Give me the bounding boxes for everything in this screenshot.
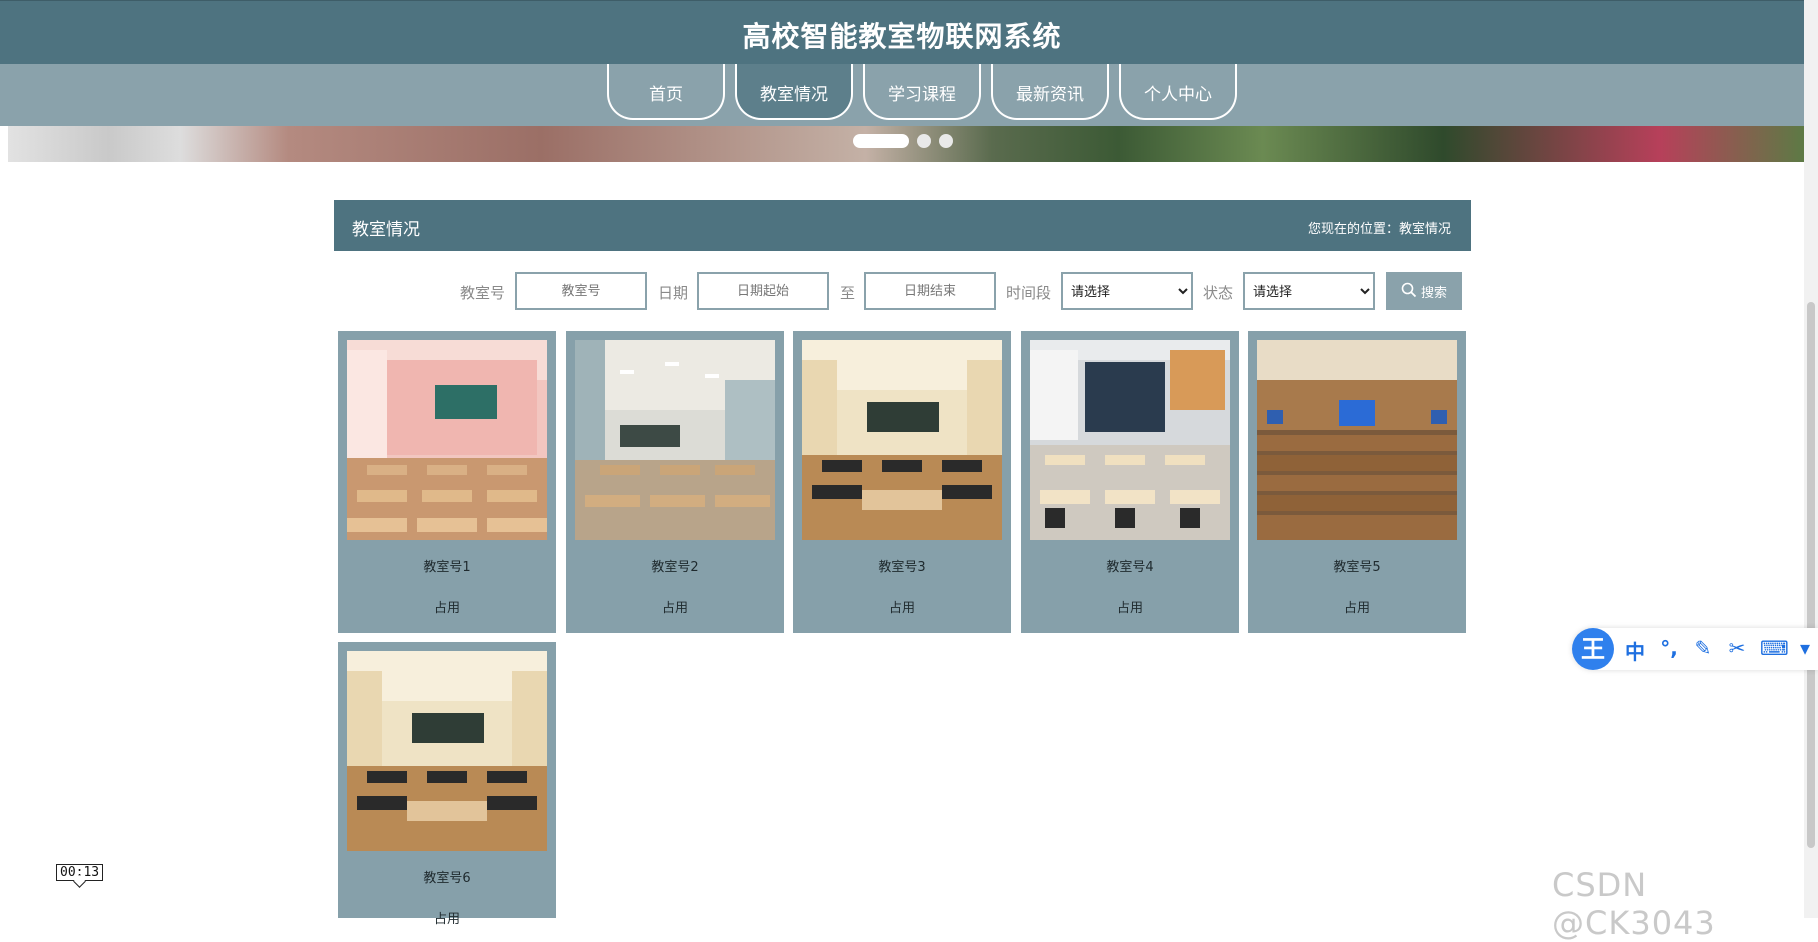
ime-mode-toggle[interactable]: 中: [1624, 636, 1646, 665]
classroom-name: 教室号3: [878, 560, 926, 575]
search-button[interactable]: 搜索: [1386, 272, 1462, 310]
nav-item-courses[interactable]: 学习课程: [863, 64, 981, 120]
classroom-name: 教室号1: [423, 560, 471, 575]
scissors-icon[interactable]: ✂: [1726, 636, 1748, 665]
search-button-label: 搜索: [1420, 284, 1447, 300]
date-end-input[interactable]: [864, 272, 996, 310]
nav-item-classroom-status[interactable]: 教室情况: [735, 64, 853, 120]
punctuation-icon[interactable]: °,: [1658, 636, 1680, 665]
classroom-name: 教室号5: [1333, 560, 1381, 575]
pen-icon[interactable]: ✎: [1692, 636, 1714, 665]
classroom-photo: [347, 340, 547, 540]
timeslot-label: 时间段: [1006, 284, 1052, 302]
nav-item-news[interactable]: 最新资讯: [991, 64, 1109, 120]
classroom-status: 占用: [433, 601, 460, 616]
page-scrollbar[interactable]: [1804, 0, 1818, 918]
status-select[interactable]: 请选择: [1243, 272, 1375, 310]
ime-logo[interactable]: 王: [1572, 628, 1614, 670]
classroom-card[interactable]: 教室号4 占用: [1021, 331, 1239, 633]
site-title: 高校智能教室物联网系统: [742, 20, 1062, 53]
classroom-status: 占用: [888, 601, 915, 616]
classroom-photo: [1030, 340, 1230, 540]
classroom-card[interactable]: 教室号5 占用: [1248, 331, 1466, 633]
date-label: 日期: [658, 284, 689, 302]
shirt-icon[interactable]: ▾: [1794, 636, 1816, 665]
section-title: 教室情况: [352, 220, 420, 240]
room-input[interactable]: [515, 272, 647, 310]
nav-item-home[interactable]: 首页: [607, 64, 725, 120]
carousel-dot-3[interactable]: [939, 134, 953, 148]
section-header: 教室情况 您现在的位置：教室情况: [334, 200, 1471, 251]
classroom-photo: [347, 651, 547, 851]
carousel-dots: [853, 134, 953, 148]
classroom-photo: [575, 340, 775, 540]
classroom-status: 占用: [1116, 601, 1143, 616]
search-form: 教室号 日期 至 时间段 请选择 状态 请选择 搜索: [0, 272, 1818, 312]
classroom-card[interactable]: 教室号6 占用: [338, 642, 556, 927]
classroom-status: 占用: [661, 601, 688, 616]
classroom-photo: [802, 340, 1002, 540]
banner-edge: [0, 126, 8, 162]
search-icon: [1401, 282, 1417, 301]
breadcrumb: 您现在的位置：教室情况: [1307, 222, 1451, 237]
classroom-status: 占用: [1343, 601, 1370, 616]
video-timer: 00:13: [56, 864, 104, 881]
classroom-card[interactable]: 教室号2 占用: [566, 331, 784, 633]
date-to-label: 至: [840, 284, 856, 302]
ime-toolbar: 王 中 °, ✎ ✂ ⌨ ▾: [1572, 628, 1818, 670]
date-start-input[interactable]: [697, 272, 829, 310]
watermark: CSDN @CK3043: [1552, 866, 1716, 942]
classroom-name: 教室号2: [651, 560, 699, 575]
classroom-photo: [1257, 340, 1457, 540]
classroom-name: 教室号6: [423, 871, 471, 886]
classroom-card[interactable]: 教室号3 占用: [793, 331, 1011, 633]
status-label: 状态: [1203, 284, 1234, 302]
room-label: 教室号: [460, 284, 506, 302]
keyboard-icon[interactable]: ⌨: [1760, 636, 1789, 665]
carousel-dot-1[interactable]: [853, 134, 909, 148]
carousel-dot-2[interactable]: [917, 134, 931, 148]
timeslot-select[interactable]: 请选择: [1061, 272, 1193, 310]
classroom-card[interactable]: 教室号1 占用: [338, 331, 556, 633]
nav-item-personal-center[interactable]: 个人中心: [1119, 64, 1237, 120]
scrollbar-thumb[interactable]: [1807, 302, 1815, 848]
nav-menu: 首页 教室情况 学习课程 最新资讯 个人中心: [607, 64, 1237, 124]
ime-icon-group: 中 °, ✎ ✂ ⌨ ▾: [1624, 636, 1816, 665]
classroom-name: 教室号4: [1106, 560, 1154, 575]
site-header: 高校智能教室物联网系统: [0, 0, 1804, 64]
